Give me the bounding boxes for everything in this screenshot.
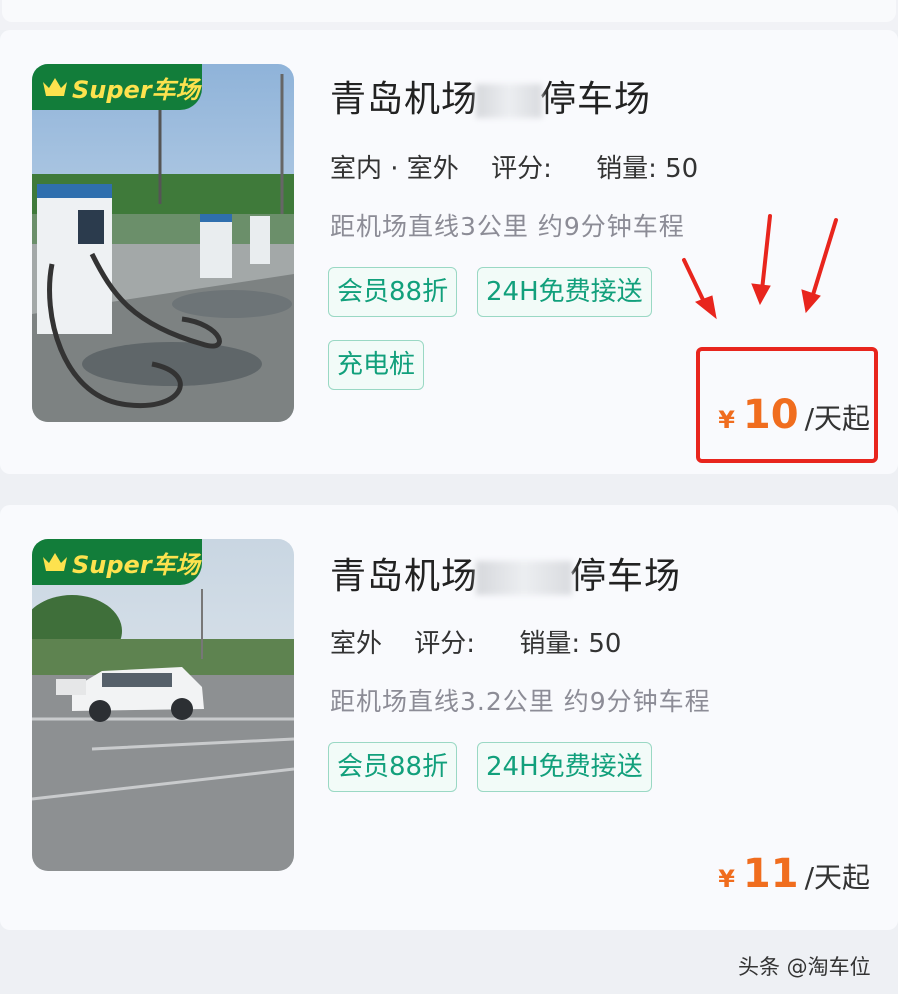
listing-photo-parking-lot: Super车场	[32, 539, 294, 871]
watermark: 头条 @淘车位	[738, 955, 871, 979]
parking-listing-card[interactable]: Super车场 青岛机场 停车场 室外 评分: 销量: 50 距机场直线3.2公里…	[0, 505, 898, 930]
price-value: 11	[742, 851, 799, 897]
distance-info: 距机场直线3公里 约9分钟车程	[330, 212, 685, 241]
listing-title[interactable]: 青岛机场 停车场	[330, 547, 681, 599]
tag-free-shuttle: 24H免费接送	[477, 742, 652, 792]
location-type: 室外	[327, 623, 385, 666]
distance-info: 距机场直线3.2公里 约9分钟车程	[330, 687, 711, 716]
badge-label: Super车场	[72, 75, 200, 104]
listing-title-suffix: 停车场	[540, 79, 652, 120]
price-unit: /天起	[804, 861, 870, 894]
blurred-name	[476, 561, 573, 595]
location-type: 室内 · 室外	[328, 148, 461, 191]
crown-icon	[42, 551, 68, 573]
listing-title[interactable]: 青岛机场 停车场	[330, 70, 651, 122]
listing-photo-charging-station: Super车场	[32, 64, 294, 422]
sales-value: 50	[665, 154, 699, 184]
blurred-name	[476, 84, 543, 118]
price: ¥11/天起	[718, 851, 870, 897]
rating-label: 评分:	[491, 154, 552, 184]
sales-value: 50	[588, 629, 622, 659]
listing-title-prefix: 青岛机场	[330, 556, 479, 597]
red-arrow-icon	[670, 210, 870, 324]
super-parking-badge: Super车场	[32, 539, 202, 585]
previous-card-edge	[0, 0, 898, 30]
tag-member-discount: 会员88折	[328, 267, 458, 317]
tag-member-discount: 会员88折	[328, 742, 458, 792]
tag-charging-pile: 充电桩	[328, 340, 425, 390]
rating-label: 评分:	[414, 629, 476, 659]
crown-icon	[42, 76, 68, 98]
price-highlight-box	[696, 347, 878, 463]
sales-label: 销量:	[596, 154, 657, 184]
currency-symbol: ¥	[718, 865, 735, 893]
listing-title-suffix: 停车场	[570, 556, 682, 597]
listing-meta: 室外 评分: 销量: 50	[327, 623, 622, 666]
badge-label: Super车场	[72, 550, 200, 579]
sales-label: 销量:	[519, 629, 581, 659]
tag-free-shuttle: 24H免费接送	[477, 267, 652, 317]
super-parking-badge: Super车场	[32, 64, 202, 110]
listing-meta: 室内 · 室外 评分: 销量: 50	[328, 148, 699, 191]
listing-title-prefix: 青岛机场	[330, 79, 479, 120]
